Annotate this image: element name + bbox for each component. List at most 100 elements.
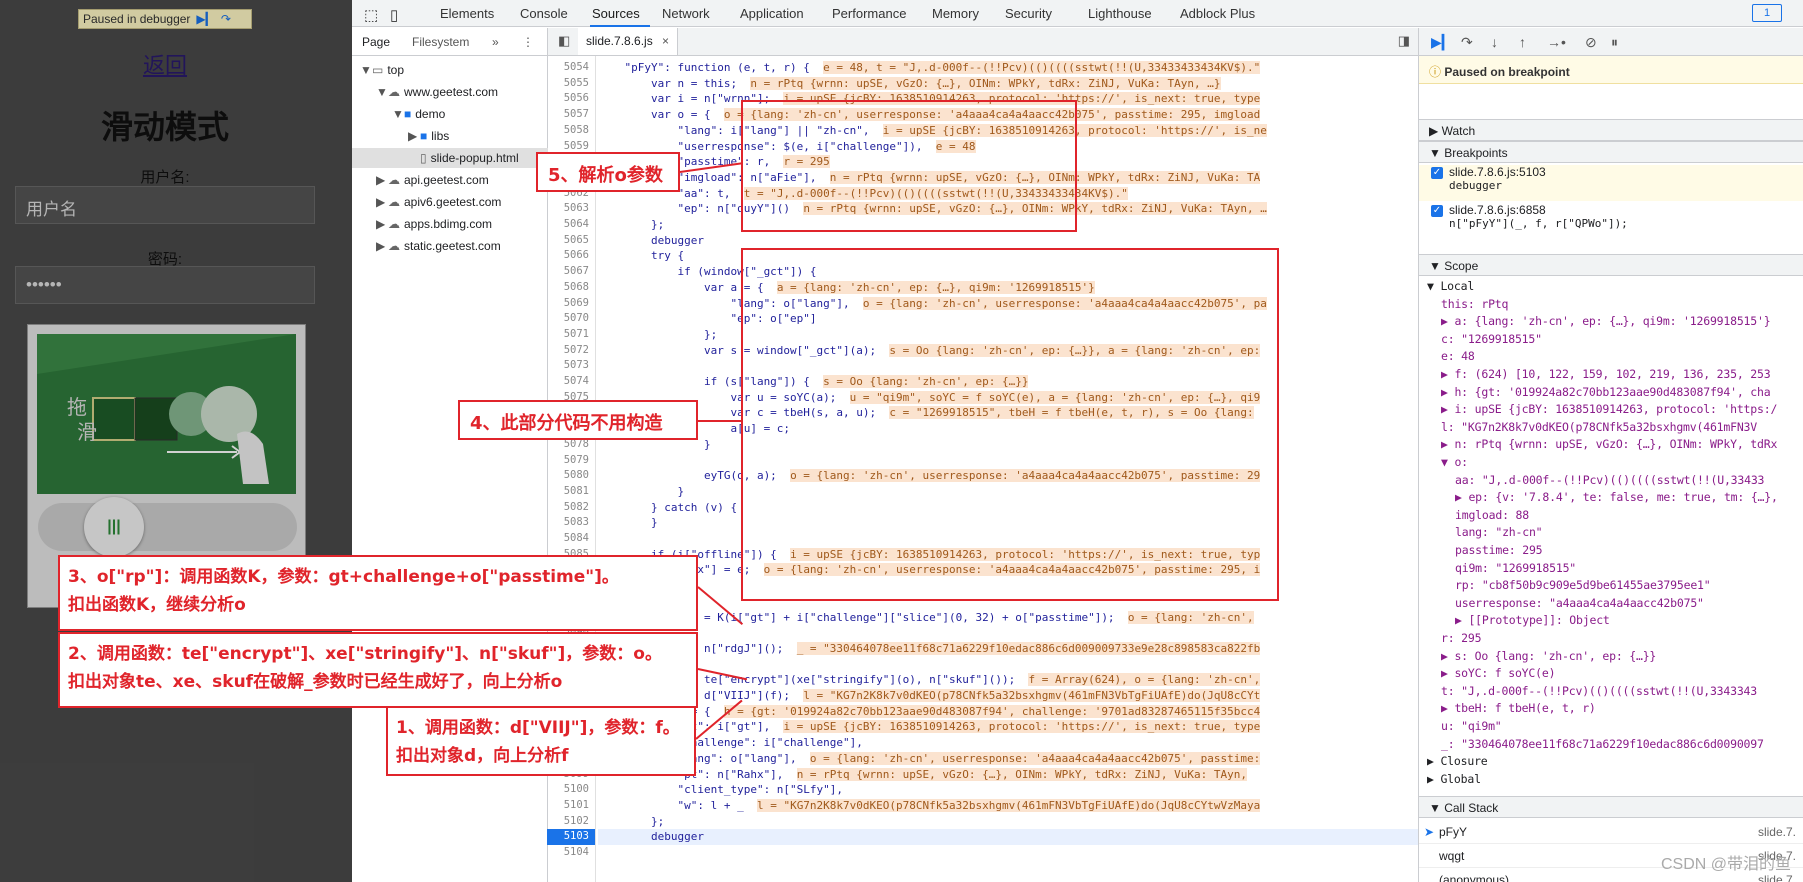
tab-console[interactable]: Console xyxy=(520,6,568,21)
line-number[interactable]: 5067 xyxy=(541,264,589,280)
step-out-icon[interactable]: ↑ xyxy=(1519,34,1526,50)
debugger-toggle-icon[interactable]: ◨ xyxy=(1398,33,1410,49)
scope-entry[interactable]: r: 295 xyxy=(1441,630,1482,647)
tree-node[interactable]: ▼■ demo xyxy=(352,104,548,124)
scope-entry[interactable]: ▶ f: (624) [10, 122, 159, 102, 219, 136,… xyxy=(1441,366,1771,383)
line-number[interactable]: 5068 xyxy=(541,280,589,296)
scope-entry[interactable]: l: "KG7n2K8k7v0dKEO(p78CNfk5a32bsxhgmv(4… xyxy=(1441,419,1757,436)
scope-entry[interactable]: ▶ i: upSE {jcBY: 1638510914263, protocol… xyxy=(1441,401,1777,418)
section-callstack[interactable]: ▼ Call Stack xyxy=(1419,796,1803,818)
line-number[interactable]: 5081 xyxy=(541,484,589,500)
tree-node[interactable]: ▶ ☁ apiv6.geetest.com xyxy=(352,192,548,212)
scope-entry[interactable]: ▶ Closure xyxy=(1427,753,1488,770)
line-number[interactable]: 5084 xyxy=(541,531,589,547)
line-number[interactable]: 5080 xyxy=(541,468,589,484)
line-number[interactable]: 5065 xyxy=(541,233,589,249)
scope-entry[interactable]: ▶ h: {gt: '019924a82c70bb123aae90d483087… xyxy=(1441,384,1771,401)
tab-application[interactable]: Application xyxy=(740,6,804,21)
scope-entry[interactable]: c: "1269918515" xyxy=(1441,331,1542,348)
line-number[interactable]: 5100 xyxy=(541,782,589,798)
line-number[interactable]: 5064 xyxy=(541,217,589,233)
tree-node[interactable]: ▼☁ www.geetest.com xyxy=(352,82,548,102)
tree-node[interactable]: ▶ ■ libs xyxy=(352,126,548,146)
scope-entry[interactable]: lang: "zh-cn" xyxy=(1455,524,1543,541)
deactivate-breakpoints-icon[interactable]: ⊘ xyxy=(1585,34,1597,51)
collapse-arrow-icon[interactable]: ▶ xyxy=(376,192,388,212)
line-number[interactable]: 5073 xyxy=(541,358,589,374)
issues-badge[interactable]: 1 xyxy=(1752,4,1782,22)
section-breakpoints[interactable]: ▼ Breakpoints xyxy=(1419,141,1803,163)
tree-node[interactable]: ▯ slide-popup.html xyxy=(352,148,548,168)
tree-node[interactable]: ▶ ☁ apps.bdimg.com xyxy=(352,214,548,234)
line-number[interactable]: 5070 xyxy=(541,311,589,327)
scope-entry[interactable]: e: 48 xyxy=(1441,348,1475,365)
more-tabs-icon[interactable]: » xyxy=(492,35,499,49)
checkbox-icon[interactable]: ✓ xyxy=(1431,167,1443,179)
line-number[interactable]: 5055 xyxy=(541,76,589,92)
sidebar-toggle-icon[interactable]: ◧ xyxy=(558,33,570,49)
expand-arrow-icon[interactable]: ▼ xyxy=(376,82,388,102)
scope-entry[interactable]: t: "J,.d-000f--(!!Pcv)(()((((sstwt(!!(U,… xyxy=(1441,683,1757,700)
line-number[interactable]: 5074 xyxy=(541,374,589,390)
tab-adblock-plus[interactable]: Adblock Plus xyxy=(1180,6,1255,21)
line-number[interactable]: 5072 xyxy=(541,343,589,359)
scope-entry[interactable]: _: "330464078ee11f68c71a6229f10edac886c6… xyxy=(1441,736,1764,753)
scope-entry[interactable]: ▶ s: Oo {lang: 'zh-cn', ep: {…}} xyxy=(1441,648,1656,665)
scope-entry[interactable]: ▶ n: rPtq {wrnn: upSE, vGzO: {…}, OINm: … xyxy=(1441,436,1777,453)
resume-icon[interactable]: ▶▎ xyxy=(1431,34,1453,51)
expand-arrow-icon[interactable]: ▼ xyxy=(360,60,372,80)
line-number[interactable]: 5056 xyxy=(541,91,589,107)
scope-entry[interactable]: userresponse: "a4aaa4ca4a4aacc42b075" xyxy=(1455,595,1704,612)
scope-entry[interactable]: qi9m: "1269918515" xyxy=(1455,560,1576,577)
section-watch[interactable]: ▶ Watch xyxy=(1419,119,1803,141)
breakpoint-item[interactable]: ✓ slide.7.8.6.js:5103 debugger xyxy=(1419,165,1803,201)
step-over-icon[interactable]: ↷ xyxy=(1461,34,1473,51)
close-icon[interactable]: × xyxy=(662,34,669,48)
tree-node[interactable]: ▼▭ top xyxy=(352,60,548,80)
collapse-arrow-icon[interactable]: ▶ xyxy=(376,214,388,234)
scope-entry[interactable]: ▶ soYC: f soYC(e) xyxy=(1441,665,1556,682)
callstack-frame[interactable]: ➤ pFyY slide.7. xyxy=(1419,820,1803,844)
line-number[interactable]: 5058 xyxy=(541,123,589,139)
tab-filesystem[interactable]: Filesystem xyxy=(412,35,469,49)
inspect-icon[interactable]: ⬚ xyxy=(364,6,378,24)
tree-node[interactable]: ▶ ☁ static.geetest.com xyxy=(352,236,548,256)
scope-entry[interactable]: ▶ ep: {v: '7.8.4', te: false, me: true, … xyxy=(1455,489,1778,506)
expand-arrow-icon[interactable]: ▼ xyxy=(392,104,404,124)
pause-exceptions-icon[interactable]: ⏸ xyxy=(1611,34,1618,51)
line-number[interactable]: 5104 xyxy=(541,845,589,861)
line-number[interactable]: 5054 xyxy=(541,60,589,76)
section-scope[interactable]: ▼ Scope xyxy=(1419,254,1803,276)
line-number[interactable]: 5071 xyxy=(541,327,589,343)
scope-entry[interactable]: ▶ Global xyxy=(1427,771,1481,788)
tab-security[interactable]: Security xyxy=(1005,6,1052,21)
tab-sources[interactable]: Sources xyxy=(592,6,640,21)
scope-entry[interactable]: ▶ a: {lang: 'zh-cn', ep: {…}, qi9m: '126… xyxy=(1441,313,1771,330)
collapse-arrow-icon[interactable]: ▶ xyxy=(376,236,388,256)
breakpoint-item[interactable]: ✓ slide.7.8.6.js:6858 n["pFyY"](_, f, r["Q… xyxy=(1419,203,1803,239)
tab-page[interactable]: Page xyxy=(362,35,390,49)
line-number[interactable]: 5082 xyxy=(541,500,589,516)
tree-node[interactable]: ▶ ☁ api.geetest.com xyxy=(352,170,548,190)
line-number[interactable]: 5063 xyxy=(541,201,589,217)
scope-entry[interactable]: passtime: 295 xyxy=(1455,542,1543,559)
checkbox-icon[interactable]: ✓ xyxy=(1431,205,1443,217)
scope-entry[interactable]: ▼ Local xyxy=(1427,278,1474,295)
tab-elements[interactable]: Elements xyxy=(440,6,494,21)
menu-icon[interactable]: ⋮ xyxy=(522,35,534,49)
device-toggle-icon[interactable]: ▯ xyxy=(390,6,398,24)
line-number[interactable]: 5069 xyxy=(541,296,589,312)
scope-entry[interactable]: ▶ tbeH: f tbeH(e, t, r) xyxy=(1441,700,1596,717)
line-number[interactable]: 5102 xyxy=(541,814,589,830)
collapse-arrow-icon[interactable]: ▶ xyxy=(376,170,388,190)
line-number[interactable]: 5103 xyxy=(547,829,595,845)
line-number[interactable]: 5079 xyxy=(541,453,589,469)
step-into-icon[interactable]: ↓ xyxy=(1491,34,1498,50)
collapse-arrow-icon[interactable]: ▶ xyxy=(408,126,420,146)
line-number[interactable]: 5083 xyxy=(541,515,589,531)
line-number[interactable]: 5057 xyxy=(541,107,589,123)
scope-entry[interactable]: this: rPtq xyxy=(1441,296,1508,313)
tab-memory[interactable]: Memory xyxy=(932,6,979,21)
tab-network[interactable]: Network xyxy=(662,6,710,21)
step-icon[interactable]: →• xyxy=(1547,34,1566,50)
